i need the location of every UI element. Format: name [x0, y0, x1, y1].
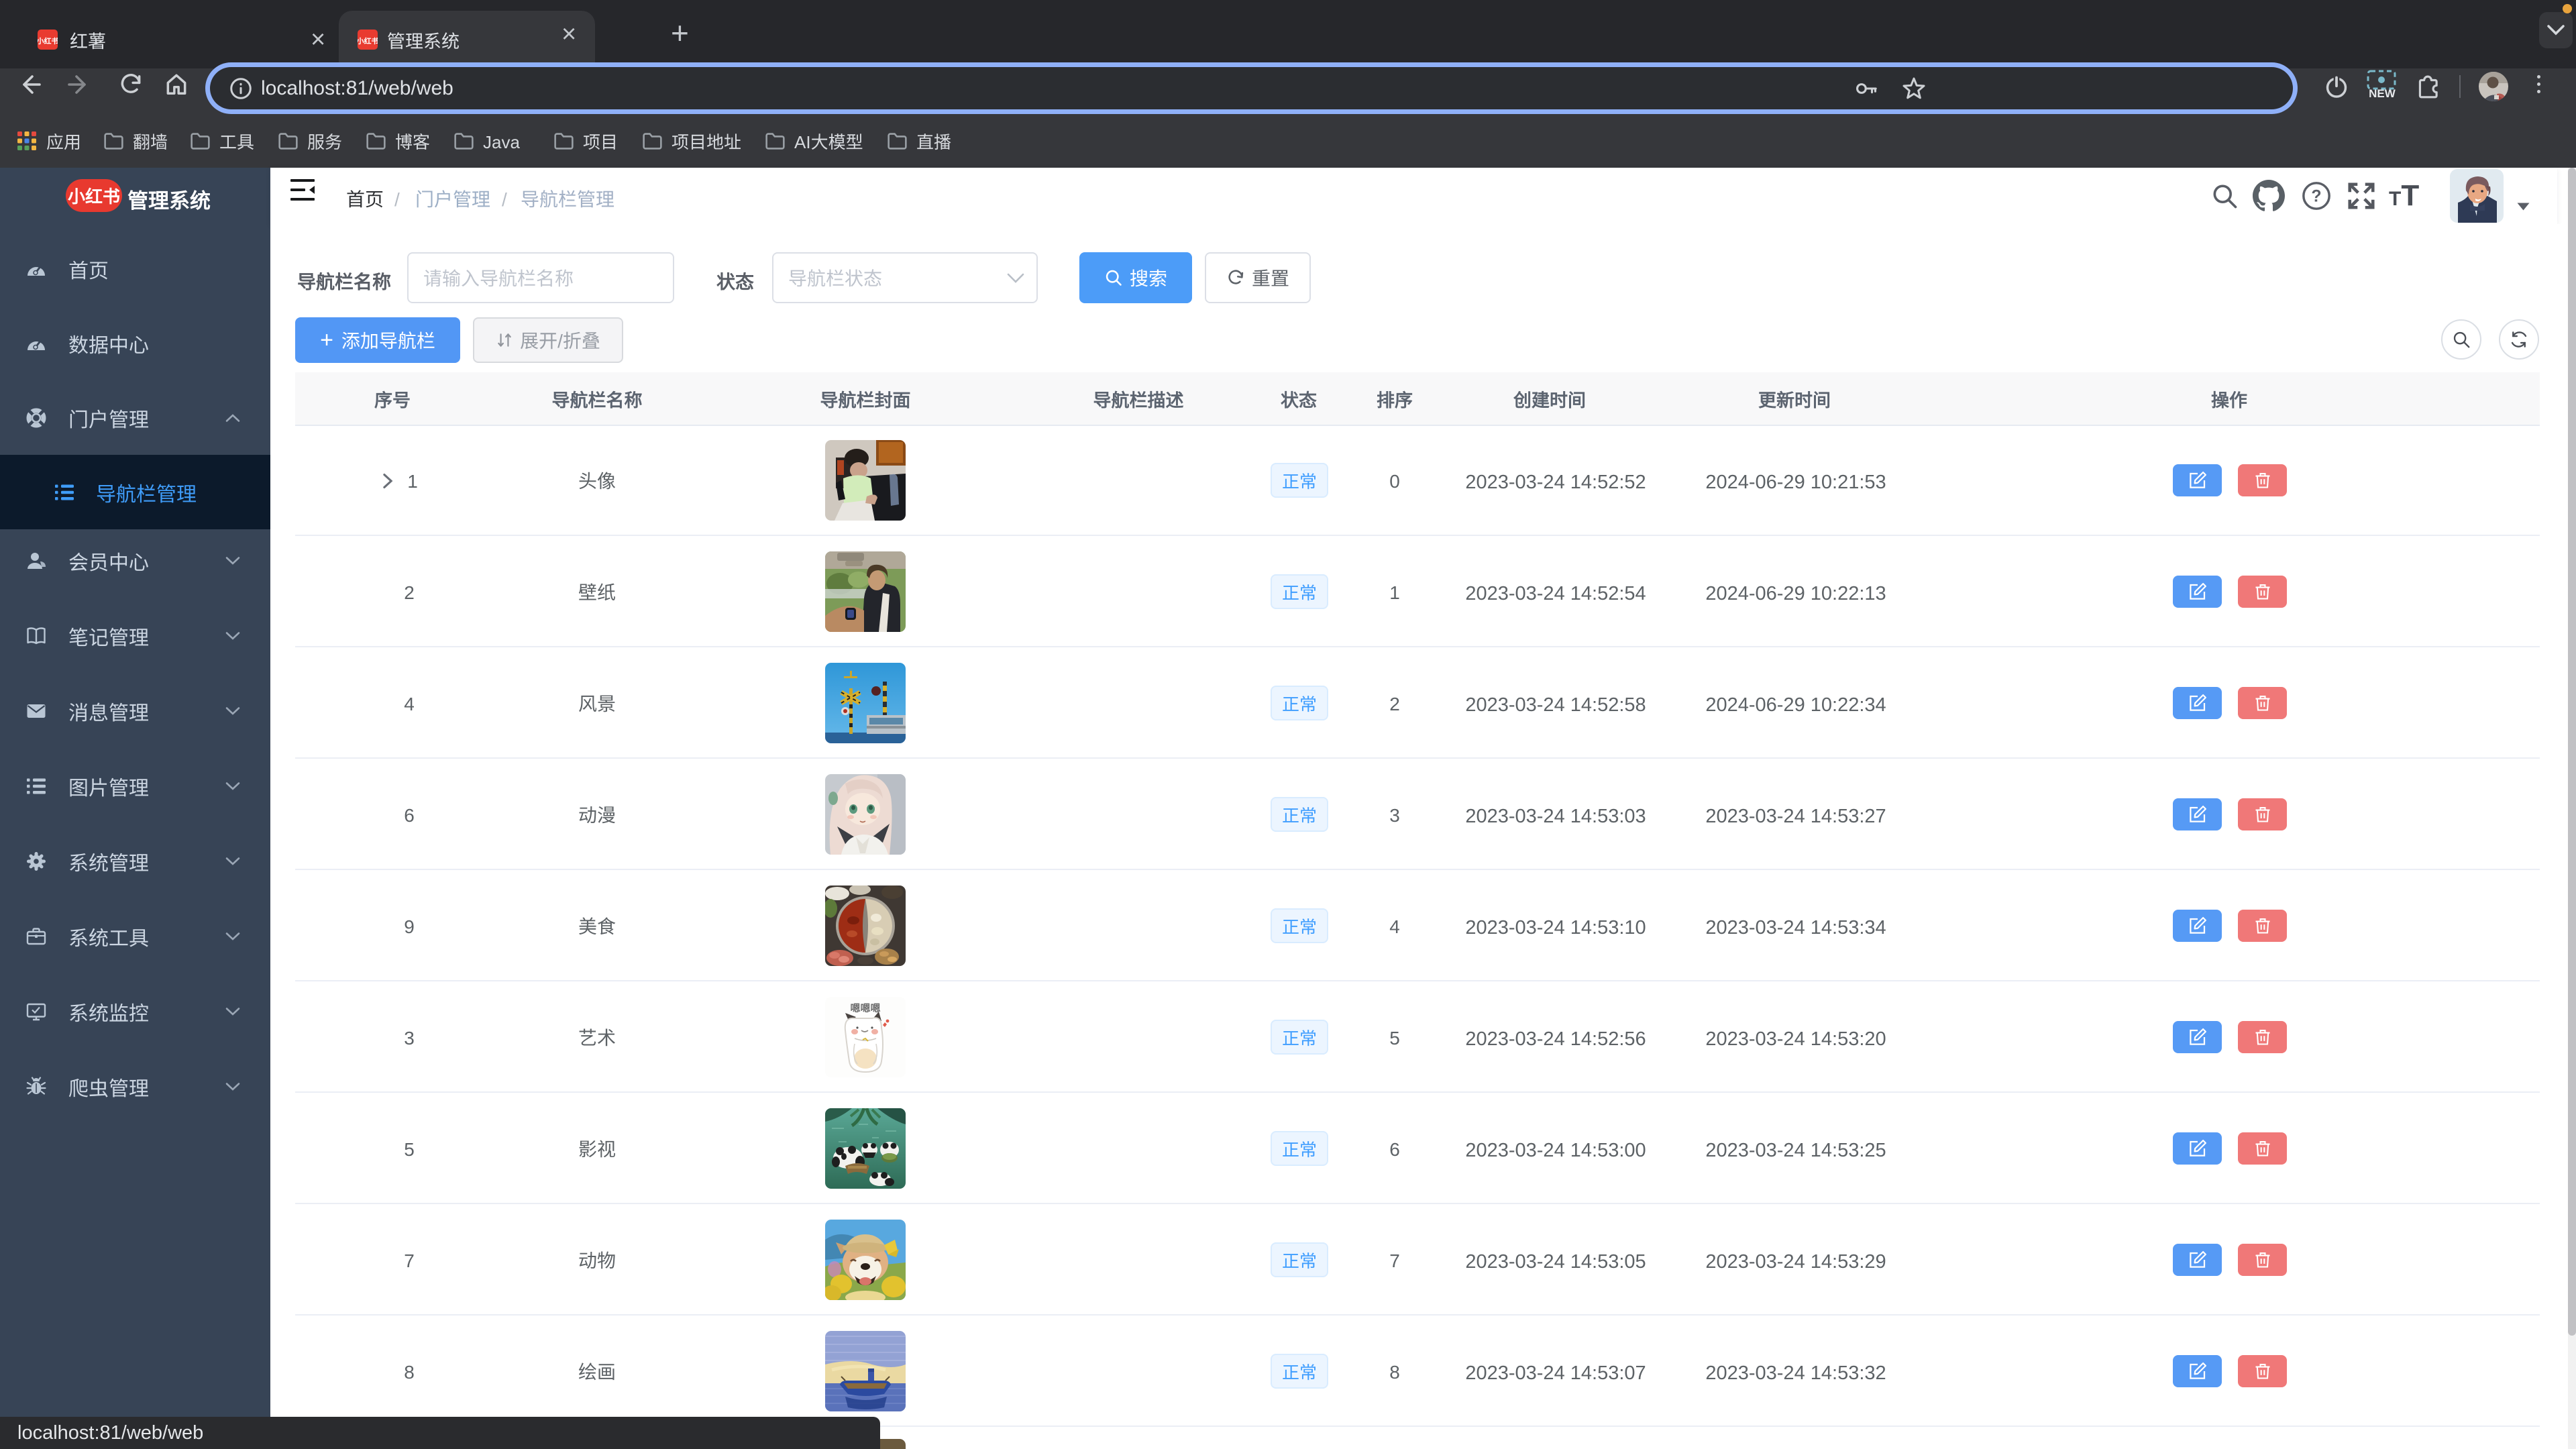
svg-text:嗯嗯嗯: 嗯嗯嗯	[850, 1001, 880, 1015]
svg-text:?: ?	[2311, 187, 2321, 206]
svg-text:小红书: 小红书	[358, 36, 378, 46]
svg-text:小红书: 小红书	[38, 36, 58, 46]
